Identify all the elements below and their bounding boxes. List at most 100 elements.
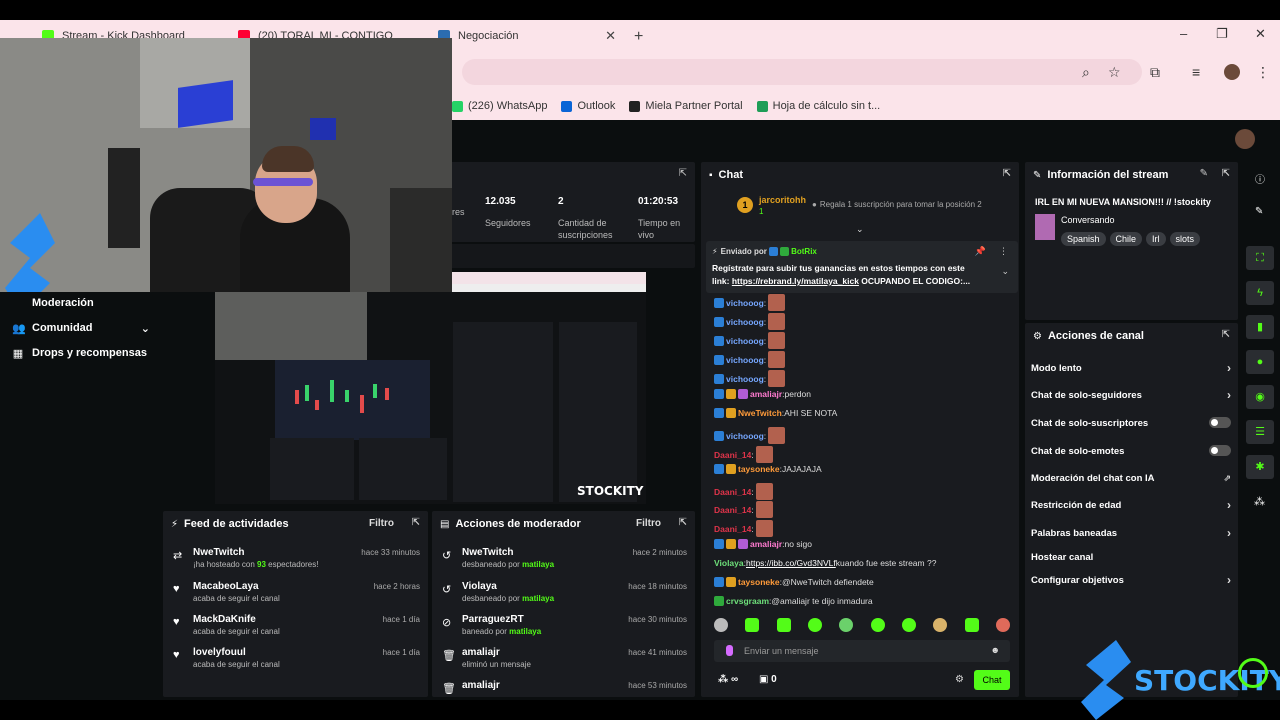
chat-username[interactable]: taysoneke [738,464,780,474]
top-gifter-name[interactable]: jarcoritohh [759,195,806,205]
chat-username[interactable]: vichooog [726,336,764,346]
filter-button[interactable]: Filtro [636,518,661,529]
points-indicator[interactable]: ⁂ ∞ ▣ 0 [718,674,777,685]
popout-icon[interactable]: ⇱ [1222,329,1230,340]
action-ia-moderation[interactable]: Moderación del chat con IA ⇗ [1031,473,1231,484]
new-tab-button[interactable]: + [634,28,643,46]
chat-username[interactable]: Violaya [714,558,744,568]
chat-username[interactable]: Daani_14 [714,487,751,497]
popout-icon[interactable]: ⇱ [1003,168,1011,179]
info-icon[interactable]: ⓘ [1255,171,1265,186]
chat-username[interactable]: NweTwitch [738,408,782,418]
chat-username[interactable]: vichooog [726,431,764,441]
media-icon[interactable]: ≡ [1192,64,1200,80]
mod-target[interactable]: amaliajr [462,647,500,658]
menu-icon[interactable]: ⋮ [1256,64,1270,81]
feed-user[interactable]: NweTwitch [193,547,244,558]
pinned-author[interactable]: BotRix [791,247,817,256]
mod-target[interactable]: amaliajr [462,680,500,691]
tab-negociacion[interactable]: Negociación ✕ [428,20,624,52]
send-chat-button[interactable]: Chat [974,670,1010,690]
chat-username[interactable]: amaliajr [750,539,782,549]
tag-chip[interactable]: Chile [1109,232,1143,246]
collapse-icon[interactable]: ⌄ [856,224,864,235]
chat-username[interactable]: Daani_14 [714,524,751,534]
pinned-link[interactable]: https://rebrand.ly/matilaya_kick [732,276,859,286]
rail-wrench-button[interactable]: ✱ [1246,455,1274,479]
emote-icon[interactable] [870,618,885,632]
action-banned-words[interactable]: Palabras baneadas › [1031,526,1231,540]
mod-target[interactable]: Violaya [462,581,497,592]
rail-broadcast-button[interactable]: ◉ [1246,385,1274,409]
profile-avatar[interactable] [1224,64,1240,80]
chat-username[interactable]: crvsgraam [726,596,769,606]
stream-category[interactable]: Conversando [1061,215,1115,225]
chat-input[interactable]: Enviar un mensaje ☻ [714,640,1010,662]
edit-stream-icon[interactable]: ✎ [1255,206,1263,217]
popout-icon[interactable]: ⇱ [1222,168,1230,179]
subs-only-toggle[interactable] [1209,417,1231,428]
kebab-icon[interactable]: ⋮ [999,246,1008,257]
rail-bolt-button[interactable]: ϟ [1246,281,1274,305]
popout-icon[interactable]: ⇱ [679,168,687,179]
mod-target[interactable]: NweTwitch [462,547,513,558]
edit-icon[interactable]: ✎ [1200,168,1208,179]
rail-list-button[interactable]: ☰ [1246,420,1274,444]
mod-target[interactable]: ParraguezRT [462,614,524,625]
filter-button[interactable]: Filtro [369,518,394,529]
rail-fullscreen-button[interactable]: ⛶ [1246,246,1274,270]
tag-chip[interactable]: Spanish [1061,232,1106,246]
stream-preview[interactable]: STOCKITY [215,272,646,504]
chat-username[interactable]: taysoneke [738,577,780,587]
sidebar-item-comunidad[interactable]: 👥 Comunidad ⌄ [12,322,150,335]
chat-username[interactable]: vichooog [726,355,764,365]
bookmark-outlook[interactable]: Outlook [561,100,615,112]
maximize-button[interactable]: ❐ [1216,26,1228,42]
rail-trash-button[interactable]: ▮ [1246,315,1274,339]
action-solo-seguidores[interactable]: Chat de solo-seguidores › [1031,388,1231,402]
bookmark-whatsapp[interactable]: (226) WhatsApp [452,100,547,112]
emoji-icon[interactable]: ☻ [991,645,1000,655]
chat-username[interactable]: Daani_14 [714,450,751,460]
user-avatar[interactable] [1235,129,1255,149]
nodes-icon[interactable]: ⁂ [1254,495,1265,508]
tag-chip[interactable]: Irl [1146,232,1166,246]
action-goals[interactable]: Configurar objetivos › [1031,573,1231,587]
emotes-only-toggle[interactable] [1209,445,1231,456]
emote-icon[interactable] [745,618,760,632]
mic-icon[interactable] [726,645,733,656]
close-window-button[interactable]: ✕ [1255,26,1266,42]
emote-icon[interactable] [995,618,1010,632]
emote-icon[interactable] [776,618,791,632]
chat-link[interactable]: https://ibb.co/Gvd3NVLf [746,558,836,568]
mod-by[interactable]: matilaya [522,594,554,603]
sidebar-item-drops[interactable]: ▦ Drops y recompensas [12,347,147,360]
mod-by[interactable]: matilaya [509,627,541,636]
chat-username[interactable]: amaliajr [750,389,782,399]
expand-chevron-icon[interactable]: ⌄ [1001,266,1009,277]
emote-icon[interactable] [933,618,948,632]
feed-user[interactable]: lovelyfouul [193,647,246,658]
minimize-button[interactable]: – [1180,26,1187,41]
popout-icon[interactable]: ⇱ [412,517,420,528]
action-host-channel[interactable]: Hostear canal [1031,552,1231,563]
feed-user[interactable]: MackDaKnife [193,614,256,625]
chat-settings-icon[interactable]: ⚙ [955,674,964,685]
action-modo-lento[interactable]: Modo lento › [1031,361,1231,375]
tag-chip[interactable]: slots [1169,232,1201,246]
emote-icon[interactable] [901,618,916,632]
emote-icon[interactable] [964,618,979,632]
bookmark-sheets[interactable]: Hoja de cálculo sin t... [756,100,880,112]
extensions-icon[interactable]: ⧉ [1150,64,1160,81]
close-tab-icon[interactable]: ✕ [605,28,616,44]
mod-by[interactable]: matilaya [522,560,554,569]
popout-icon[interactable]: ⇱ [679,517,687,528]
bookmark-miela[interactable]: Miela Partner Portal [629,100,743,112]
pin-icon[interactable]: 📌 [975,246,986,257]
zoom-icon[interactable]: ⌕ [1082,64,1090,81]
feed-user[interactable]: MacabeoLaya [193,581,259,592]
emote-icon[interactable] [714,618,728,632]
sidebar-item-moderacion[interactable]: Moderación [12,297,94,309]
bookmark-star-icon[interactable]: ☆ [1108,64,1121,81]
emote-icon[interactable] [807,618,822,632]
